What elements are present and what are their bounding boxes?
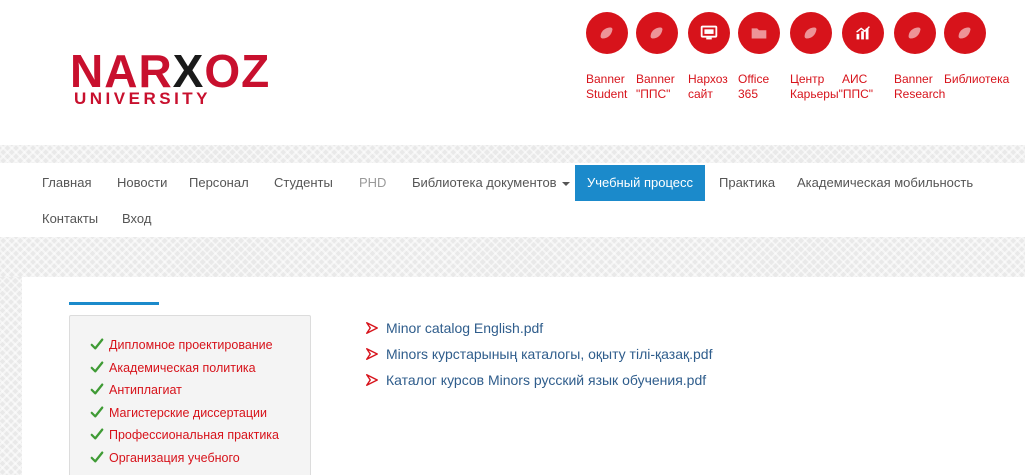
pdf-icon <box>366 322 378 334</box>
check-icon <box>90 360 104 373</box>
main-content: Дипломное проектирование Академическая п… <box>22 277 1025 475</box>
sidebar-item[interactable]: Организация учебного <box>90 450 279 473</box>
folder-icon <box>738 12 780 54</box>
check-icon <box>90 405 104 418</box>
caret-down-icon <box>561 181 570 186</box>
sidebar-item[interactable]: Антиплагиат <box>90 382 279 405</box>
circle-icon <box>790 12 832 54</box>
file-link[interactable]: Каталог курсов Minors русский язык обуче… <box>365 367 712 393</box>
monitor-icon <box>688 12 730 54</box>
quick-link-ais[interactable]: АИС <box>840 12 890 122</box>
nav-item-phd[interactable]: PHD <box>359 165 386 201</box>
pdf-icon <box>366 348 378 360</box>
nav-item-document-library[interactable]: Библиотека документов <box>412 165 570 201</box>
nav-item-home[interactable]: Главная <box>42 165 91 201</box>
pattern-band-top <box>0 145 1025 163</box>
nav-item-learning-process[interactable]: Учебный процесс <box>575 165 705 201</box>
logo-subtitle: UNIVERSITY <box>74 89 212 108</box>
file-link[interactable]: Minors курстарының каталогы, оқыту тілі-… <box>365 341 712 367</box>
nav-item-contacts[interactable]: Контакты <box>42 201 98 237</box>
quick-links: Banner Student Banner "ППС" Нархоз сайт Off… <box>584 12 1020 122</box>
circle-icon <box>944 12 986 54</box>
circle-icon <box>894 12 936 54</box>
circle-icon <box>636 12 678 54</box>
nav-item-staff[interactable]: Персонал <box>189 165 249 201</box>
sidebar-item[interactable]: Магистерские диссертации <box>90 405 279 428</box>
quick-link-banner-student[interactable]: Banner Student <box>584 12 634 122</box>
chart-icon <box>842 12 884 54</box>
sidebar-list: Дипломное проектирование Академическая п… <box>90 337 279 472</box>
nav-item-academic-mobility[interactable]: Академическая мобильность <box>797 165 973 201</box>
file-list: Minor catalog English.pdf Minors курстар… <box>365 315 712 393</box>
quick-link-narxoz-site[interactable]: Нархоз сайт <box>686 12 736 122</box>
logo-wordmark: NARXOZ <box>70 45 271 97</box>
check-icon <box>90 450 104 463</box>
site-header: NARXOZ UNIVERSITY Banner Student Banner "П… <box>0 0 1025 145</box>
nav-item-news[interactable]: Новости <box>117 165 167 201</box>
check-icon <box>90 383 104 395</box>
pattern-band-middle <box>0 237 1025 277</box>
check-icon <box>90 428 104 440</box>
sidebar-item[interactable]: Академическая политика <box>90 360 279 383</box>
section-accent-line <box>69 302 159 305</box>
pdf-icon <box>366 374 378 386</box>
quick-link-office-365[interactable]: Office 365 <box>736 12 786 122</box>
main-nav: Главная Новости Персонал Студенты PHD Би… <box>0 163 1025 237</box>
nav-item-students[interactable]: Студенты <box>274 165 333 201</box>
narxoz-logo[interactable]: NARXOZ UNIVERSITY <box>70 48 300 108</box>
quick-link-banner-research[interactable]: Banner Research <box>892 12 945 122</box>
quick-link-career-center[interactable]: Центр Карьеры"ППС" <box>788 12 873 122</box>
quick-link-banner-pps[interactable]: Banner "ППС" <box>634 12 684 122</box>
sidebar-panel: Дипломное проектирование Академическая п… <box>69 315 311 475</box>
circle-icon <box>586 12 628 54</box>
quick-link-library[interactable]: Библиотека <box>942 12 1009 122</box>
check-icon <box>90 338 104 350</box>
pattern-band-left <box>0 277 22 475</box>
file-link[interactable]: Minor catalog English.pdf <box>365 315 712 341</box>
nav-item-login[interactable]: Вход <box>122 201 151 237</box>
sidebar-item[interactable]: Дипломное проектирование <box>90 337 279 360</box>
sidebar-item[interactable]: Профессиональная практика <box>90 427 279 450</box>
nav-item-practice[interactable]: Практика <box>719 165 775 201</box>
